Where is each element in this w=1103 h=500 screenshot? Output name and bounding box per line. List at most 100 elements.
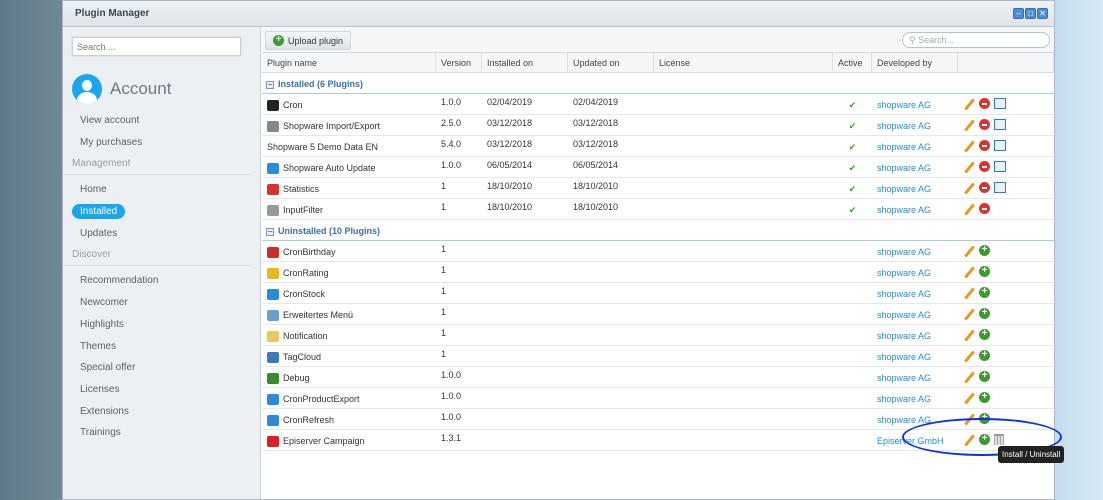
table-row[interactable]: CronProductExport 1.0.0 shopware AG + [262,388,1054,409]
active-check[interactable] [833,367,872,387]
group-header[interactable]: − Uninstalled (10 Plugins) [262,220,1054,241]
active-check[interactable] [833,430,872,450]
edit-icon[interactable] [963,350,975,362]
table-row[interactable]: Shopware Auto Update 1.0.0 06/05/2014 06/05… [262,157,1054,178]
column-header[interactable]: Updated on [568,53,654,72]
active-check[interactable] [833,241,872,261]
update-icon[interactable] [994,140,1006,151]
table-row[interactable]: Debug 1.0.0 shopware AG + [262,367,1054,388]
edit-icon[interactable] [963,329,975,341]
sidebar-item[interactable]: Newcomer [63,292,261,314]
install-icon[interactable]: + [979,371,990,382]
active-check[interactable]: ✔ [833,199,872,219]
edit-icon[interactable] [963,371,975,383]
install-icon[interactable]: + [979,392,990,403]
uninstall-icon[interactable] [979,140,990,151]
edit-icon[interactable] [963,140,975,152]
edit-icon[interactable] [963,245,975,257]
group-header[interactable]: − Installed (6 Plugins) [262,73,1054,94]
sidebar-item[interactable]: Licenses [63,379,261,401]
developer-link[interactable]: shopware AG [872,325,958,345]
column-header[interactable]: Plugin name [262,53,436,72]
active-check[interactable] [833,388,872,408]
install-icon[interactable]: + [979,287,990,298]
collapse-icon[interactable]: − [266,81,274,89]
sidebar-item[interactable]: Home [63,179,261,201]
update-icon[interactable] [994,182,1006,193]
developer-link[interactable]: shopware AG [872,388,958,408]
column-header[interactable]: License [654,53,833,72]
install-icon[interactable]: + [979,266,990,277]
sidebar-item[interactable]: Updates [63,223,261,245]
column-header[interactable]: Developed by [872,53,958,72]
table-row[interactable]: InputFilter 1 18/10/2010 18/10/2010 ✔ shopwar… [262,199,1054,220]
active-check[interactable]: ✔ [833,115,872,135]
sidebar-item[interactable]: Themes [63,336,261,358]
install-icon[interactable]: + [979,308,990,319]
developer-link[interactable]: shopware AG [872,157,958,177]
install-icon[interactable]: + [979,350,990,361]
close-button[interactable]: ✕ [1037,8,1048,19]
edit-icon[interactable] [963,266,975,278]
install-icon[interactable]: + [979,329,990,340]
developer-link[interactable]: shopware AG [872,178,958,198]
edit-icon[interactable] [963,203,975,215]
column-header[interactable]: Active [833,53,872,72]
active-check[interactable] [833,409,872,429]
developer-link[interactable]: shopware AG [872,115,958,135]
minimize-button[interactable]: – [1013,8,1024,19]
install-icon[interactable]: + [979,245,990,256]
collapse-icon[interactable]: − [266,228,274,236]
active-check[interactable] [833,262,872,282]
active-check[interactable]: ✔ [833,136,872,156]
table-row[interactable]: TagCloud 1 shopware AG + [262,346,1054,367]
edit-icon[interactable] [963,287,975,299]
developer-link[interactable]: shopware AG [872,136,958,156]
sidebar-item[interactable]: Trainings [63,422,261,444]
column-header[interactable]: Version [436,53,482,72]
edit-icon[interactable] [963,308,975,320]
table-row[interactable]: CronStock 1 shopware AG + [262,283,1054,304]
uninstall-icon[interactable] [979,182,990,193]
sidebar-item[interactable]: Extensions [63,401,261,423]
edit-icon[interactable] [963,182,975,194]
sidebar-item[interactable]: Special offer [63,357,261,379]
table-row[interactable]: CronRating 1 shopware AG + [262,262,1054,283]
uninstall-icon[interactable] [979,119,990,130]
developer-link[interactable]: shopware AG [872,283,958,303]
edit-icon[interactable] [963,392,975,404]
sidebar-item[interactable]: Recommendation [63,270,261,292]
table-row[interactable]: Cron 1.0.0 02/04/2019 02/04/2019 ✔ shopware A… [262,94,1054,115]
table-row[interactable]: Erweitertes Menü 1 shopware AG + [262,304,1054,325]
active-check[interactable]: ✔ [833,157,872,177]
active-check[interactable] [833,325,872,345]
active-check[interactable] [833,304,872,324]
sidebar-item[interactable]: View account [63,110,261,132]
table-row[interactable]: CronBirthday 1 shopware AG + [262,241,1054,262]
uninstall-icon[interactable] [979,161,990,172]
sidebar-item[interactable]: My purchases [63,132,261,154]
update-icon[interactable] [994,98,1006,109]
active-check[interactable]: ✔ [833,94,872,114]
developer-link[interactable]: shopware AG [872,304,958,324]
uninstall-icon[interactable] [979,203,990,214]
edit-icon[interactable] [963,98,975,110]
maximize-button[interactable]: □ [1025,8,1036,19]
table-row[interactable]: Shopware 5 Demo Data EN 5.4.0 03/12/2018 03… [262,136,1054,157]
developer-link[interactable]: shopware AG [872,241,958,261]
uninstall-icon[interactable] [979,98,990,109]
developer-link[interactable]: shopware AG [872,262,958,282]
plugin-search-input[interactable]: ⚲ Search... [902,32,1050,48]
update-icon[interactable] [994,161,1006,172]
active-check[interactable]: ✔ [833,178,872,198]
sidebar-search-input[interactable] [72,37,241,56]
sidebar-item[interactable]: Installed [63,201,261,223]
column-header[interactable]: Installed on [482,53,568,72]
edit-icon[interactable] [963,119,975,131]
developer-link[interactable]: shopware AG [872,199,958,219]
developer-link[interactable]: shopware AG [872,367,958,387]
upload-plugin-button[interactable]: + Upload plugin [265,31,352,50]
table-row[interactable]: Shopware Import/Export 2.5.0 03/12/2018 03/… [262,115,1054,136]
developer-link[interactable]: shopware AG [872,346,958,366]
edit-icon[interactable] [963,161,975,173]
